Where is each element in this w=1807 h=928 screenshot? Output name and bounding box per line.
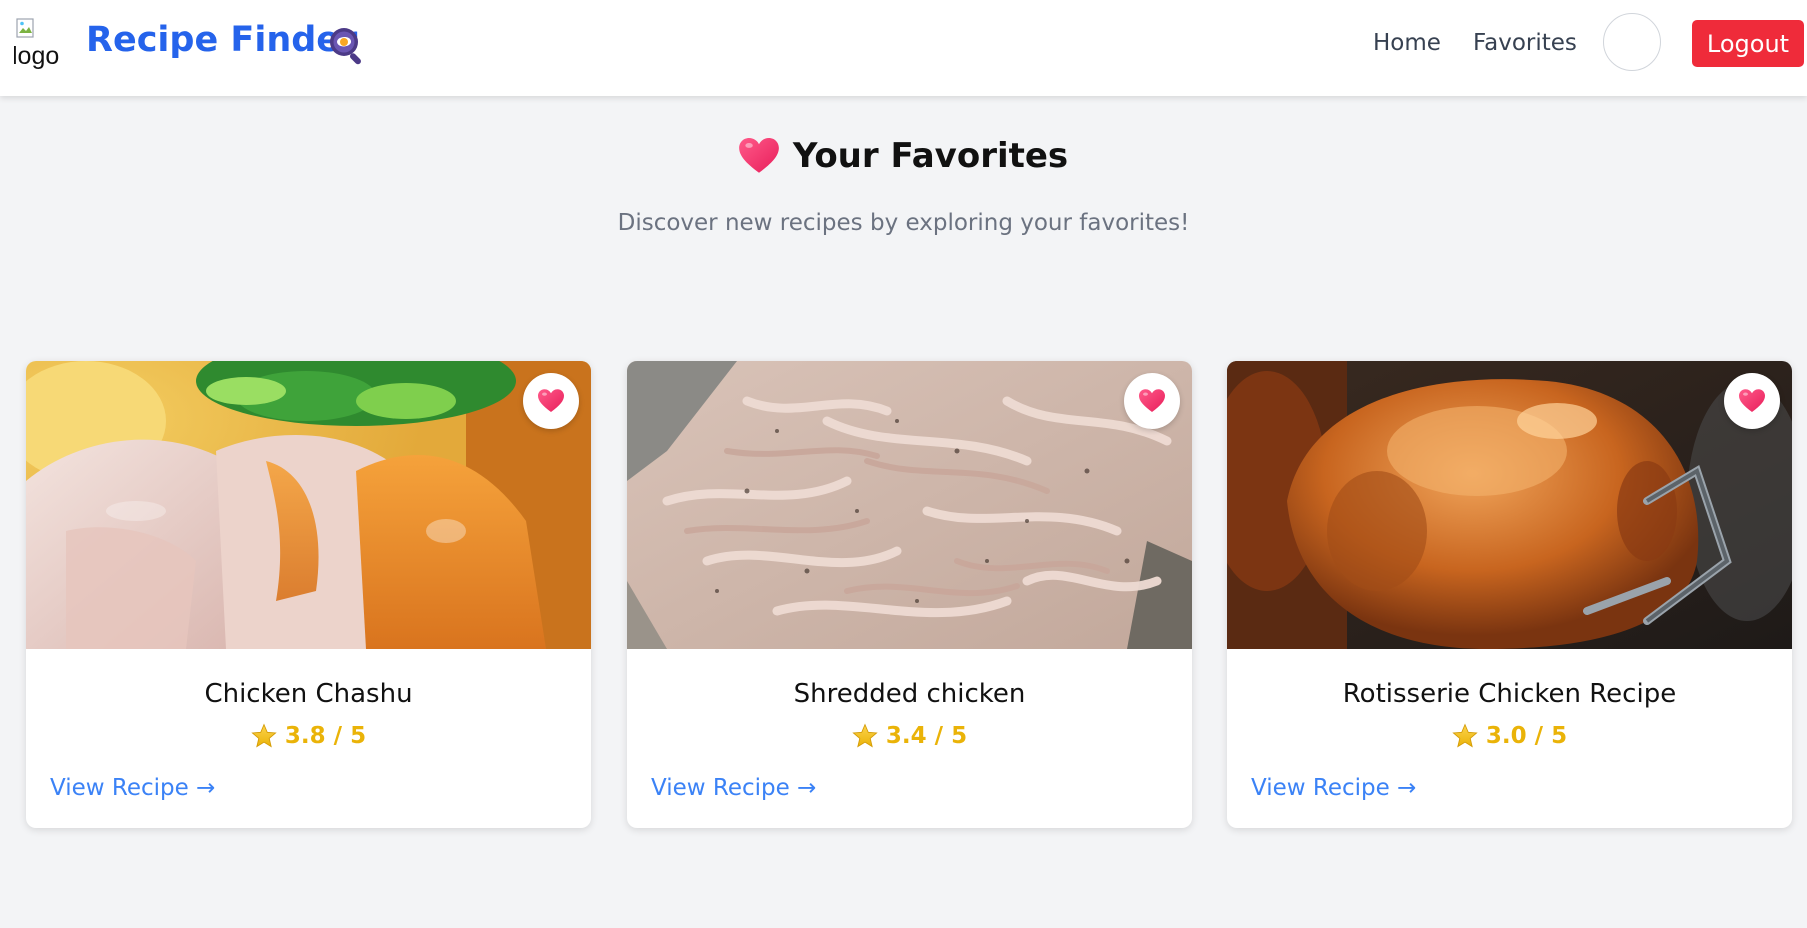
nav-link-favorites[interactable]: Favorites	[1473, 30, 1577, 56]
page-subtitle: Discover new recipes by exploring your f…	[617, 210, 1190, 236]
recipe-title: Shredded chicken	[793, 679, 1026, 709]
logout-button[interactable]: Logout	[1692, 20, 1804, 67]
star-icon	[852, 723, 878, 749]
shredded-chicken-photo[interactable]	[627, 361, 1192, 649]
recipe-card[interactable]: Rotisserie Chicken Recipe 3.0 / 5 View R…	[1227, 361, 1792, 828]
view-recipe-link[interactable]: View Recipe →	[50, 775, 215, 801]
recipe-card[interactable]: Shredded chicken 3.4 / 5 View Recipe →	[627, 361, 1192, 828]
rating-value: 3.0 / 5	[1485, 723, 1568, 749]
heart-icon	[739, 138, 779, 174]
brand-title[interactable]: Recipe Finder	[86, 20, 357, 60]
recipe-title: Rotisserie Chicken Recipe	[1342, 679, 1677, 709]
page-heading: Your Favorites	[0, 136, 1807, 176]
chicken-chashu-photo[interactable]	[26, 361, 591, 649]
star-icon	[1452, 723, 1478, 749]
logo-alt-text: logo	[14, 42, 60, 70]
heart-icon	[538, 389, 564, 413]
recipe-title: Chicken Chashu	[204, 679, 413, 709]
frying-pan-icon	[330, 28, 361, 65]
recipe-rating: 3.0 / 5	[1227, 723, 1792, 749]
page-title: Your Favorites	[792, 136, 1069, 176]
heart-icon	[1139, 389, 1165, 413]
view-recipe-link[interactable]: View Recipe →	[1251, 775, 1416, 801]
rating-value: 3.8 / 5	[284, 723, 367, 749]
rating-value: 3.4 / 5	[885, 723, 968, 749]
recipe-rating: 3.8 / 5	[26, 723, 591, 749]
favorite-button[interactable]	[523, 373, 579, 429]
logo-image[interactable]: logo	[14, 18, 70, 74]
navbar: logo Recipe Finder Home Favorites Logout	[0, 0, 1807, 96]
recipe-card[interactable]: Chicken Chashu 3.8 / 5 View Recipe →	[26, 361, 591, 828]
nav-link-home[interactable]: Home	[1373, 30, 1441, 56]
favorite-button[interactable]	[1124, 373, 1180, 429]
broken-image-icon	[16, 18, 34, 38]
avatar[interactable]	[1603, 13, 1661, 71]
star-icon	[251, 723, 277, 749]
favorite-button[interactable]	[1724, 373, 1780, 429]
recipe-rating: 3.4 / 5	[627, 723, 1192, 749]
rotisserie-chicken-photo[interactable]	[1227, 361, 1792, 649]
view-recipe-link[interactable]: View Recipe →	[651, 775, 816, 801]
heart-icon	[1739, 389, 1765, 413]
